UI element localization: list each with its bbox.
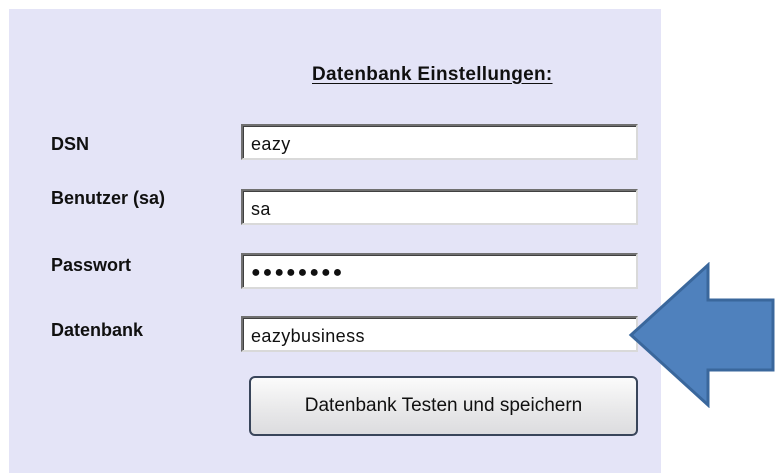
- user-label: Benutzer (sa): [51, 188, 166, 208]
- password-label: Passwort: [51, 255, 132, 275]
- left-arrow-icon: [628, 262, 775, 408]
- section-title: Datenbank Einstellungen:: [312, 64, 553, 85]
- dsn-field[interactable]: eazy: [241, 124, 638, 160]
- database-label: Datenbank: [51, 320, 144, 340]
- database-field[interactable]: eazybusiness: [241, 316, 638, 352]
- test-and-save-button[interactable]: Datenbank Testen und speichern: [249, 376, 638, 436]
- dsn-label: DSN: [51, 134, 90, 154]
- password-field[interactable]: ●●●●●●●●: [241, 253, 638, 289]
- user-field[interactable]: sa: [241, 189, 638, 225]
